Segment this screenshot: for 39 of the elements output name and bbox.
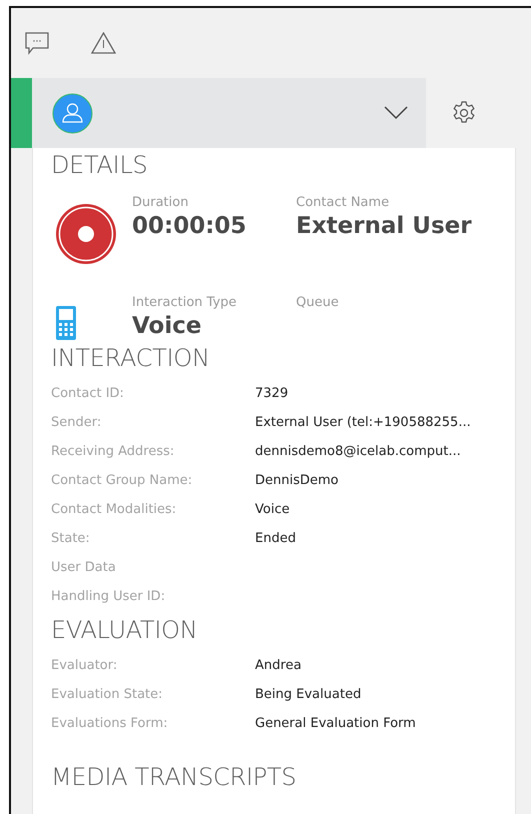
record-icon bbox=[55, 203, 117, 265]
field-value: External User bbox=[296, 212, 472, 241]
field-label: Contact ID: bbox=[51, 384, 125, 403]
section-heading: EVALUATION bbox=[51, 615, 198, 645]
field-value: General Evaluation Form bbox=[255, 714, 416, 733]
field-label: Contact Group Name: bbox=[51, 472, 194, 490]
field-value: 00:00:05 bbox=[132, 212, 248, 241]
field-label: Interaction Type bbox=[132, 295, 238, 311]
field-value: Voice bbox=[255, 500, 290, 519]
field-value: External User (tel:+190588255... bbox=[255, 414, 471, 432]
chevron-icon[interactable] bbox=[384, 106, 408, 120]
field-label: Evaluations Form: bbox=[51, 714, 169, 733]
field-label: Sender: bbox=[51, 414, 102, 432]
avatar-icon bbox=[52, 92, 93, 134]
field-label: Evaluator: bbox=[51, 656, 118, 675]
mobile-phone-icon bbox=[55, 305, 77, 341]
field-label: Queue bbox=[296, 295, 339, 311]
field-label: Duration bbox=[132, 195, 190, 211]
field-label: Evaluation State: bbox=[51, 686, 164, 704]
field-value: Voice bbox=[132, 312, 202, 341]
warning-icon[interactable] bbox=[91, 32, 116, 54]
settings-icon[interactable] bbox=[452, 101, 476, 125]
field-value: 7329 bbox=[255, 384, 288, 403]
field-label: Contact Modalities: bbox=[51, 500, 178, 519]
section-heading: INTERACTION bbox=[51, 343, 211, 373]
chat-icon[interactable] bbox=[25, 32, 49, 54]
field-label: Receiving Address: bbox=[51, 442, 176, 461]
field-value: dennisdemo8@icelab.comput... bbox=[255, 442, 461, 461]
section-heading: MEDIA TRANSCRIPTS bbox=[51, 762, 298, 792]
field-label: State: bbox=[51, 530, 91, 548]
field-value: Ended bbox=[255, 530, 296, 548]
status-bar bbox=[11, 78, 32, 148]
section-heading: DETAILS bbox=[51, 150, 148, 180]
field-label: Handling User ID: bbox=[51, 588, 166, 606]
field-value: Being Evaluated bbox=[255, 686, 362, 704]
field-value: DennisDemo bbox=[255, 472, 338, 490]
field-label: Contact Name bbox=[296, 195, 390, 211]
field-label: User Data bbox=[51, 558, 117, 577]
field-value: Andrea bbox=[255, 656, 302, 675]
